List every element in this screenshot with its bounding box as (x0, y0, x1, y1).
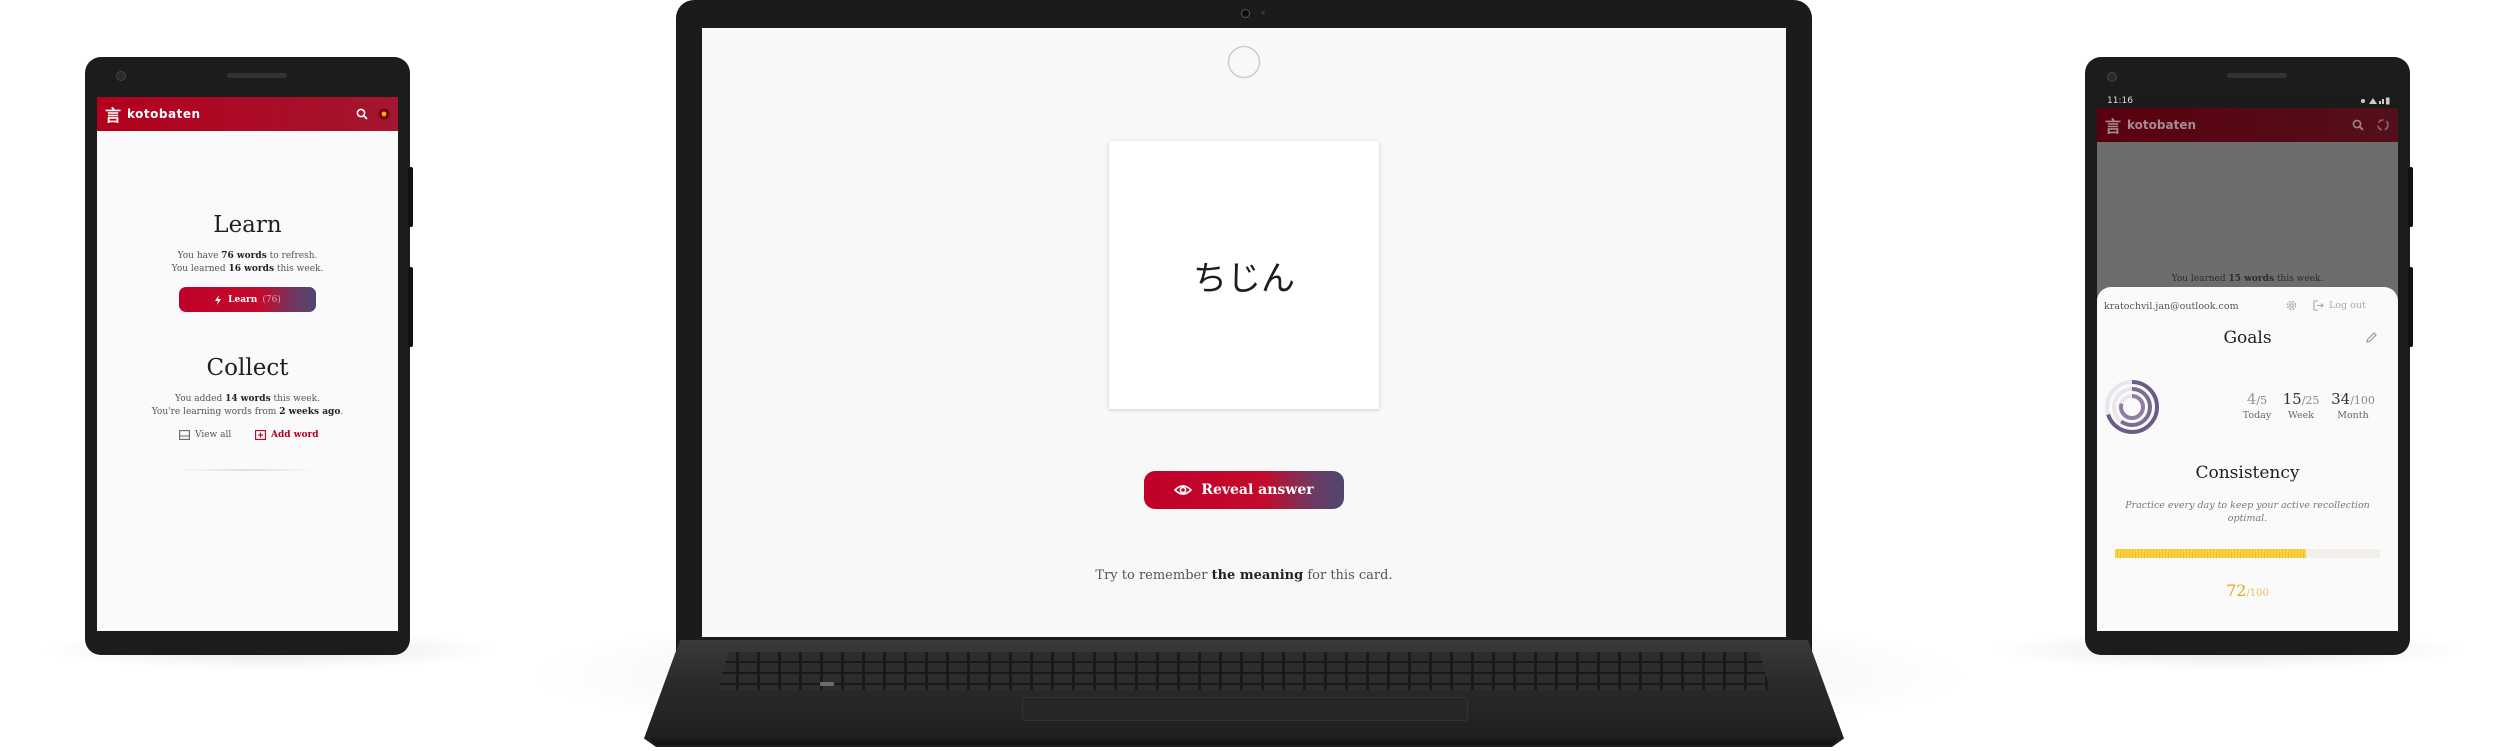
scroll-fade (177, 469, 317, 471)
right-phone-side-button-2 (2408, 267, 2413, 347)
laptop-webcam-light (1261, 11, 1265, 15)
goal-month-value: 34 (2331, 390, 2351, 408)
right-phone-screen: 11:16 言 kotobaten You learned 15 words t… (2097, 94, 2398, 631)
flashcard[interactable]: ちじん (1109, 141, 1379, 409)
left-phone-side-button-2 (408, 267, 413, 347)
goals-title: Goals (2223, 328, 2272, 348)
learn-title: Learn (213, 212, 282, 238)
view-all-label: View all (195, 430, 232, 440)
consistency-description: Practice every day to keep your active r… (2125, 500, 2370, 524)
laptop-lid: ちじん Reveal answer Try to remember the me… (676, 0, 1812, 656)
consistency-bar-track (2115, 549, 2380, 558)
goal-week-value: 15 (2282, 390, 2302, 408)
goal-today-label: Today (2242, 410, 2272, 421)
search-icon[interactable] (2352, 119, 2364, 131)
hint-text: Try to remember the meaning for this car… (1095, 568, 1393, 583)
consistency-value: 72 (2226, 581, 2247, 600)
laptop-keyboard (718, 652, 1770, 690)
reveal-answer-button[interactable]: Reveal answer (1144, 471, 1344, 509)
flashcard-word: ちじん (1193, 258, 1295, 299)
left-phone: 言 kotobaten Learn You have 76 words to r… (85, 57, 413, 655)
collect-title: Collect (206, 355, 289, 381)
right-app-bar: 言 kotobaten (2097, 108, 2398, 142)
laptop-trackpad[interactable] (1022, 697, 1468, 721)
left-phone-side-button (408, 167, 413, 227)
consistency-score: 72/100 (2097, 581, 2398, 600)
logout-label: Log out (2329, 300, 2366, 311)
search-icon[interactable] (356, 108, 368, 120)
laptop-keyboard-highlight (820, 682, 834, 686)
goal-week-label: Week (2288, 410, 2314, 421)
collect-learning-text: You're learning words from 2 weeks ago. (151, 407, 344, 417)
collect-added-text: You added 14 words this week. (175, 394, 320, 404)
right-phone-camera (2107, 72, 2117, 82)
right-phone: 11:16 言 kotobaten You learned 15 words t… (2085, 57, 2413, 655)
settings-gear-icon[interactable] (2285, 299, 2298, 312)
logout-icon (2313, 300, 2324, 311)
consistency-target: /100 (2246, 588, 2269, 599)
app-name[interactable]: kotobaten (2127, 118, 2196, 132)
left-phone-speaker (227, 73, 287, 78)
status-bar: 11:16 (2097, 94, 2398, 108)
background-week-text: You learned 15 words this week. (2171, 274, 2324, 284)
goal-month: 34/100 Month (2327, 389, 2379, 421)
right-phone-speaker (2227, 73, 2287, 78)
status-time: 11:16 (2107, 96, 2133, 106)
goal-week: 15/25 Week (2279, 389, 2323, 421)
user-email: kratochvil.jan@outlook.com (2104, 301, 2239, 312)
consistency-bar-fill (2115, 549, 2306, 558)
add-box-icon (255, 430, 266, 440)
eye-icon (1174, 484, 1193, 496)
progress-circle-icon[interactable] (1227, 45, 1261, 79)
loading-spinner-icon (2376, 118, 2390, 132)
inbox-icon (179, 430, 190, 440)
laptop-webcam (1241, 9, 1250, 18)
view-all-button[interactable]: View all (179, 430, 231, 440)
consistency-title: Consistency (2195, 463, 2300, 483)
laptop-screen: ちじん Reveal answer Try to remember the me… (702, 28, 1786, 637)
learn-button[interactable]: Learn (76) (179, 287, 316, 312)
left-phone-screen: 言 kotobaten Learn You have 76 words to r… (97, 97, 398, 631)
left-phone-camera (116, 71, 126, 81)
app-name[interactable]: kotobaten (127, 107, 201, 121)
right-phone-side-button (2408, 167, 2413, 227)
add-word-button[interactable]: Add word (255, 430, 319, 440)
goal-today: 4/5 Today (2239, 389, 2275, 421)
learn-week-text: You learned 16 words this week. (171, 264, 324, 274)
app-logo-icon[interactable]: 言 (2105, 113, 2121, 137)
goals-ring-chart (2104, 379, 2160, 435)
avatar[interactable] (378, 108, 390, 120)
reveal-answer-label: Reveal answer (1201, 482, 1314, 498)
bolt-icon (214, 294, 222, 305)
laptop-base-front-edge (650, 735, 1838, 745)
app-logo-icon[interactable]: 言 (105, 102, 121, 126)
logout-button[interactable]: Log out (2313, 300, 2366, 311)
learn-button-count: (76) (262, 294, 281, 305)
edit-goals-pencil-icon[interactable] (2365, 331, 2378, 344)
goal-today-value: 4 (2246, 390, 2257, 408)
learn-refresh-text: You have 76 words to refresh. (177, 251, 318, 261)
status-icons (2360, 97, 2390, 105)
learn-button-label: Learn (228, 294, 258, 305)
add-word-label: Add word (271, 430, 319, 440)
goal-month-label: Month (2337, 410, 2369, 421)
profile-bottom-sheet: kratochvil.jan@outlook.com Log out Goals (2097, 287, 2398, 631)
left-app-bar: 言 kotobaten (97, 97, 398, 131)
